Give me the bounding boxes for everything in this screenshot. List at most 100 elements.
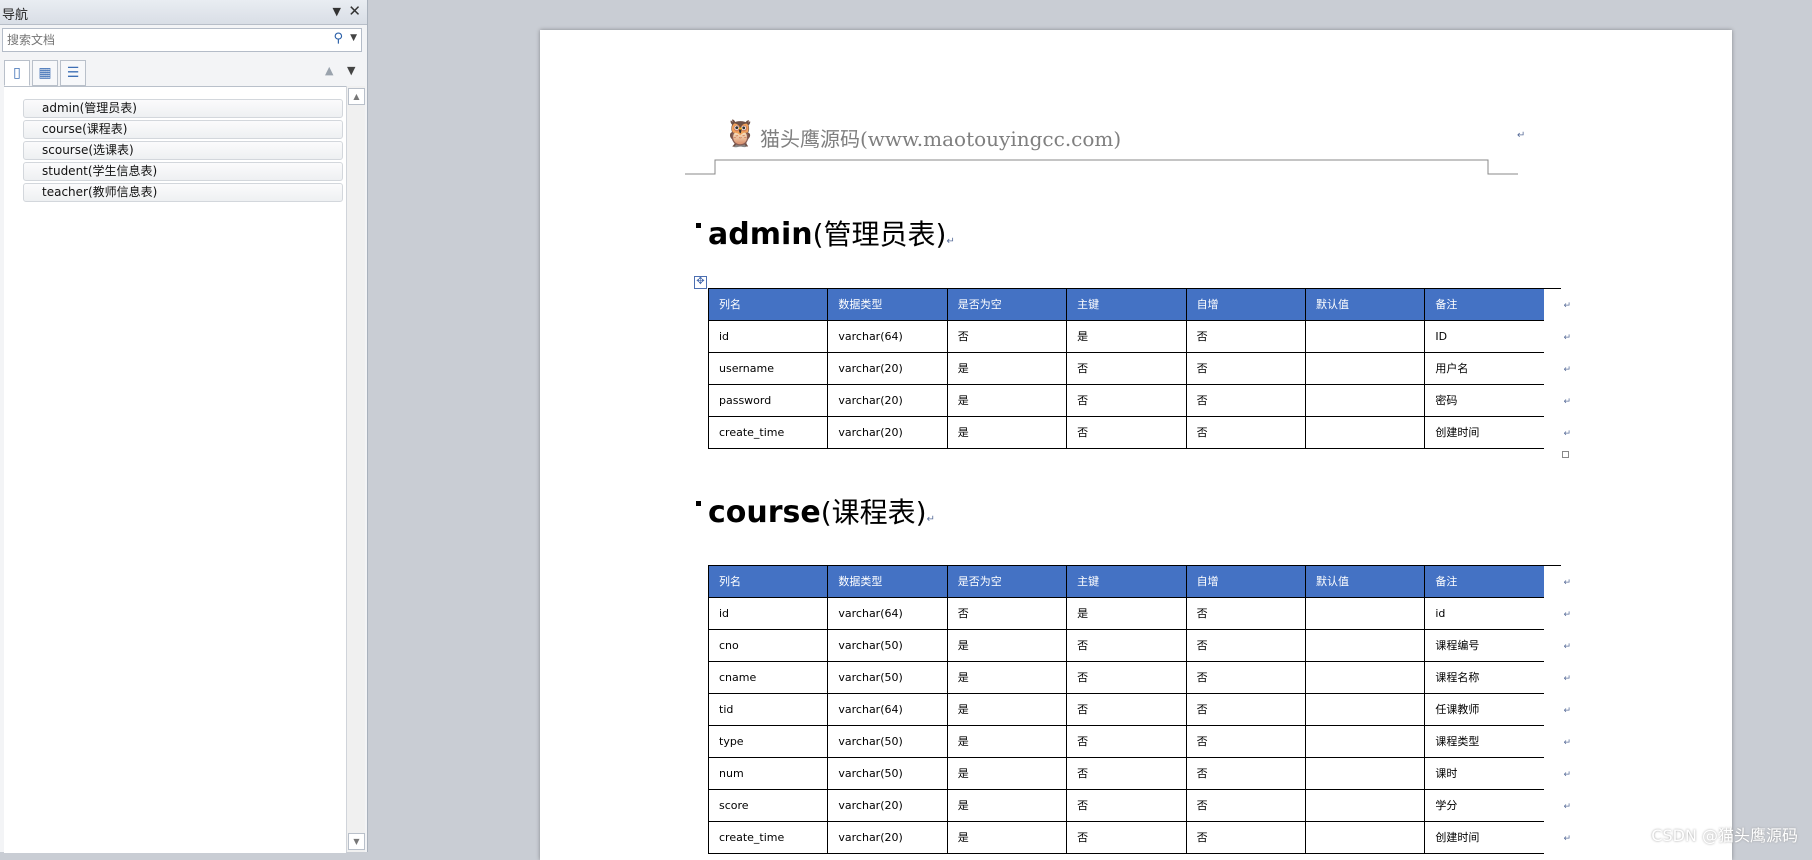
table-cell[interactable]: 是 [946,353,1067,385]
table-cell[interactable]: 否 [1185,598,1305,630]
table-cell[interactable]: 是 [946,790,1067,822]
table-cell[interactable]: num [708,758,828,790]
scroll-down-icon[interactable]: ▼ [348,833,365,850]
next-heading-icon[interactable]: ▼ [347,64,355,77]
table-cell[interactable]: varchar(64) [827,694,947,726]
table-cell[interactable]: 否 [1066,822,1186,854]
table-cell[interactable] [1304,353,1425,385]
table-cell[interactable]: 否 [1066,630,1186,662]
nav-heading-item[interactable]: scourse(选课表) [23,141,343,160]
table-cell[interactable] [1304,385,1425,417]
search-options-chevron-icon[interactable]: ▼ [350,33,357,43]
table-cell[interactable]: 否 [946,598,1067,630]
table-cell[interactable]: 创建时间 [1424,417,1544,449]
table-header-cell[interactable]: 数据类型 [827,566,947,598]
table-header-cell[interactable]: 主键 [1066,289,1186,321]
table-cell[interactable]: cname [708,662,828,694]
table-cell[interactable] [1304,822,1425,854]
table-cell[interactable] [1304,694,1425,726]
search-box[interactable]: ⚲ ▼ [2,28,362,52]
table-cell[interactable]: 任课教师 [1424,694,1544,726]
table-cell[interactable]: varchar(50) [827,662,947,694]
nav-heading-item[interactable]: student(学生信息表) [23,162,343,181]
nav-heading-item[interactable]: admin(管理员表) [23,99,343,118]
table-cell[interactable]: 是 [1066,321,1186,353]
table-cell[interactable]: 是 [1066,598,1186,630]
table-cell[interactable]: id [708,598,828,630]
table-cell[interactable]: varchar(20) [827,790,947,822]
table-header-cell[interactable]: 备注 [1424,566,1544,598]
table-cell[interactable]: 否 [1066,385,1186,417]
pages-view-tab[interactable]: ▦ [32,60,58,86]
table-cell[interactable] [1304,321,1425,353]
table-cell[interactable]: 否 [1066,790,1186,822]
table-header-cell[interactable]: 自增 [1185,289,1305,321]
table-cell[interactable]: 否 [1185,385,1305,417]
table-cell[interactable]: 密码 [1424,385,1544,417]
table-cell[interactable]: 是 [946,822,1067,854]
table-cell[interactable]: 课程编号 [1424,630,1544,662]
nav-close-icon[interactable]: ✕ [348,2,361,20]
table-cell[interactable] [1304,726,1425,758]
table-cell[interactable]: create_time [708,822,828,854]
table-cell[interactable]: 否 [1066,694,1186,726]
table-cell[interactable]: 是 [946,630,1067,662]
table-cell[interactable]: cno [708,630,828,662]
table-cell[interactable] [1304,417,1425,449]
table-cell[interactable]: 学分 [1424,790,1544,822]
table-cell[interactable]: 否 [1066,353,1186,385]
table-cell[interactable]: 否 [1185,694,1305,726]
table-cell[interactable] [1304,662,1425,694]
search-input[interactable] [3,29,311,51]
table-cell[interactable]: password [708,385,828,417]
table-header-cell[interactable]: 备注 [1424,289,1544,321]
document-page[interactable]: 🦉 猫头鹰源码(www.maotouyingcc.com) ↵ admin(管理… [540,30,1732,860]
table-cell[interactable]: 否 [1066,726,1186,758]
table-cell[interactable]: 否 [1066,417,1186,449]
table-cell[interactable]: id [1424,598,1544,630]
table-cell[interactable]: 是 [946,694,1067,726]
table-cell[interactable]: 创建时间 [1424,822,1544,854]
table-cell[interactable] [1304,598,1425,630]
table-cell[interactable]: varchar(20) [827,417,947,449]
table-header-cell[interactable]: 是否为空 [946,289,1067,321]
nav-scrollbar[interactable]: ▲ ▼ [346,86,365,852]
table-cell[interactable]: create_time [708,417,828,449]
table-cell[interactable]: 课程类型 [1424,726,1544,758]
table-header-cell[interactable]: 主键 [1066,566,1186,598]
search-icon[interactable]: ⚲ [333,31,343,46]
table-cell[interactable]: score [708,790,828,822]
nav-heading-item[interactable]: course(课程表) [23,120,343,139]
table-cell[interactable]: 否 [1185,726,1305,758]
table-cell[interactable]: 否 [1185,630,1305,662]
table-move-handle-icon[interactable]: ✥ [694,276,707,289]
table-resize-handle[interactable] [1562,451,1569,458]
results-view-tab[interactable]: ☰ [60,60,86,86]
table-cell[interactable]: 用户名 [1424,353,1544,385]
table-cell[interactable]: 否 [1185,790,1305,822]
nav-options-dropdown-icon[interactable]: ▼ [333,5,341,18]
table-cell[interactable]: varchar(64) [827,321,947,353]
table-header-cell[interactable]: 自增 [1185,566,1305,598]
table-header-cell[interactable]: 默认值 [1304,566,1425,598]
table-cell[interactable]: 是 [946,417,1067,449]
table-cell[interactable]: 是 [946,726,1067,758]
table-cell[interactable]: varchar(50) [827,630,947,662]
table-cell[interactable]: ID [1424,321,1544,353]
table-cell[interactable]: id [708,321,828,353]
table-cell[interactable]: 否 [1185,662,1305,694]
table-cell[interactable]: 否 [1066,662,1186,694]
table-header-cell[interactable]: 数据类型 [827,289,947,321]
headings-view-tab[interactable]: ▯ [4,60,30,86]
table-cell[interactable]: 否 [1066,758,1186,790]
previous-heading-icon[interactable]: ▲ [325,64,333,77]
table-header-cell[interactable]: 是否为空 [946,566,1067,598]
table-cell[interactable]: 否 [1185,353,1305,385]
table-header-cell[interactable]: 默认值 [1304,289,1425,321]
table-cell[interactable]: varchar(20) [827,353,947,385]
table-cell[interactable]: 是 [946,662,1067,694]
table-cell[interactable]: varchar(50) [827,726,947,758]
table-cell[interactable]: 课程名称 [1424,662,1544,694]
table-cell[interactable]: 否 [1185,822,1305,854]
table-cell[interactable]: 课时 [1424,758,1544,790]
